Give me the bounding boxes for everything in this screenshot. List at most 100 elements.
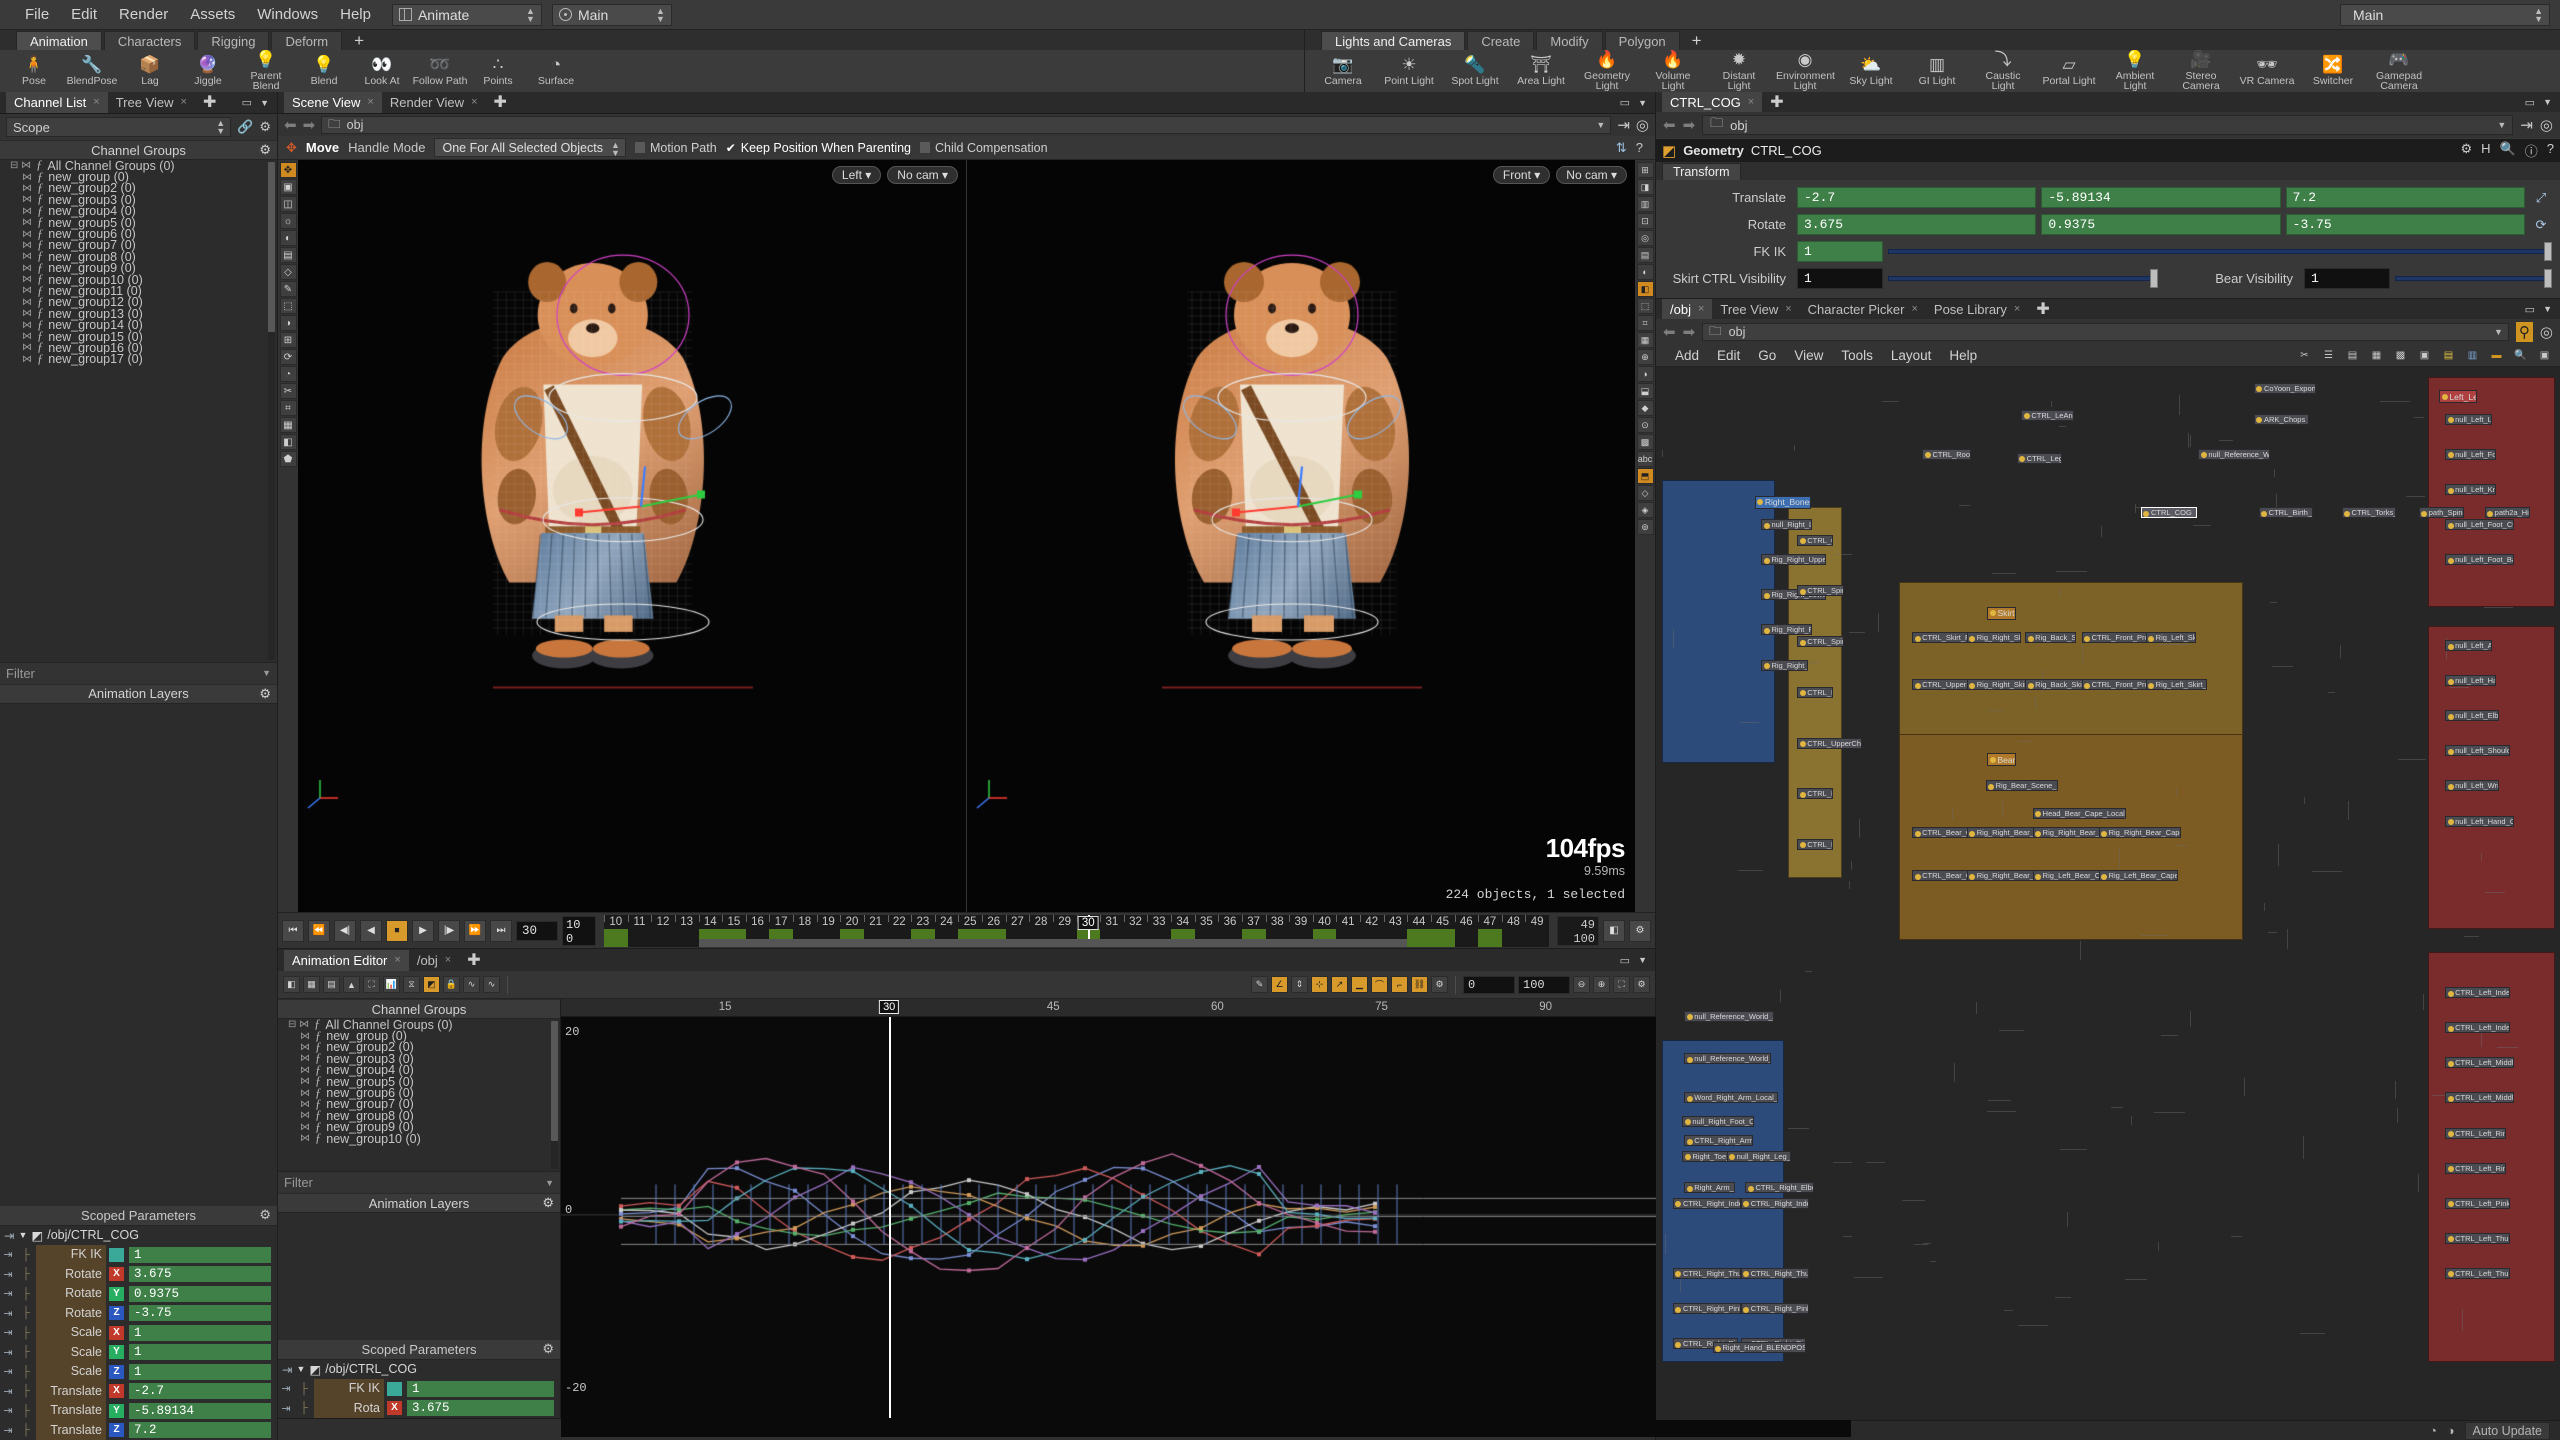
pin-icon[interactable]: ⇥ — [4, 1228, 14, 1243]
node-icon[interactable]: ⋈ — [22, 297, 32, 308]
viewport-display-tool-16[interactable]: ▩ — [1637, 434, 1654, 450]
menu-windows[interactable]: Windows — [246, 0, 329, 30]
node-flag-icon[interactable] — [1743, 1271, 1749, 1277]
node-flag-icon[interactable] — [1915, 683, 1921, 689]
network-node[interactable]: CTRL_Left_Pinky_01 — [2445, 1198, 2510, 1209]
viewport-right-camera-select[interactable]: No cam ▾ — [1556, 166, 1627, 184]
node-flag-icon[interactable] — [1915, 636, 1921, 642]
network-node[interactable]: null_Left_Foot — [2445, 449, 2495, 460]
network-menu-view[interactable]: View — [1785, 348, 1832, 363]
network-node[interactable]: CTRL_Left_Index_02 — [2445, 1022, 2510, 1033]
close-icon[interactable]: × — [1911, 299, 1917, 320]
rotate-handle-icon[interactable]: ⟳ — [2530, 217, 2552, 233]
stats-button[interactable]: 📊 — [383, 976, 400, 993]
node-icon[interactable]: ⋈ — [22, 251, 32, 262]
back-arrow-icon[interactable]: ⬅ — [1663, 323, 1676, 341]
node-icon[interactable]: ⋈ — [300, 1099, 310, 1110]
shelf-tool-surface[interactable]: ◔ Surface — [528, 51, 584, 91]
network-node[interactable]: CTRL_Chops — [1797, 535, 1833, 546]
close-icon[interactable]: × — [471, 92, 477, 113]
shelf-tab-animation[interactable]: Animation — [16, 31, 102, 50]
parameter-value[interactable]: 7.2 — [129, 1422, 271, 1438]
node-flag-icon[interactable] — [1685, 1119, 1691, 1125]
chevron-down-icon[interactable]: ▼ — [1638, 98, 1647, 108]
next-key-button[interactable]: ⏩ — [464, 920, 486, 942]
viewport-right-view-select[interactable]: Front ▾ — [1493, 166, 1550, 184]
highlight-button[interactable]: ◩ — [423, 976, 440, 993]
network-node[interactable]: CTRL_Spine_FK — [1797, 636, 1844, 647]
viewport-tool-13[interactable]: ✂ — [280, 383, 297, 399]
network-node[interactable]: Rig_Right_Bear_Arm_01 — [1967, 827, 2043, 838]
flatten-button[interactable]: ▁ — [1351, 976, 1368, 993]
right-pane-selector[interactable]: Main ▲ ▼ — [2340, 4, 2550, 26]
ae-settings-button[interactable]: ⚙ — [1431, 976, 1448, 993]
network-node-ctrl-root[interactable]: CTRL_Root — [1922, 449, 1971, 460]
shelf-tool-environment-light[interactable]: ◉ Environment Light — [1773, 51, 1837, 91]
shelf-tool-switcher[interactable]: 🔀 Switcher — [2301, 51, 2365, 91]
shelf-tool-point-light[interactable]: ☀ Point Light — [1377, 51, 1441, 91]
network-node[interactable]: Rig_Right_Bear_Arm_02 — [1967, 870, 2043, 881]
viewport-display-tool-8[interactable]: ⬚ — [1637, 298, 1654, 314]
node-flag-icon[interactable] — [2143, 511, 2149, 517]
play-reverse-button[interactable]: ◀ — [360, 920, 382, 942]
network-node-coyoon-export[interactable]: CoYoon_Export — [2254, 383, 2316, 394]
node-flag-icon[interactable] — [1757, 499, 1763, 505]
node-flag-icon[interactable] — [1675, 1271, 1681, 1277]
network-node-left-leg[interactable]: Left_Leg — [2439, 390, 2477, 403]
network-node[interactable]: null_Right_Leg — [1761, 519, 1811, 530]
graph-playhead[interactable] — [889, 1017, 891, 1418]
timeline-settings-button[interactable]: ⚙ — [1629, 920, 1651, 942]
fit-button[interactable]: ⛶ — [363, 976, 380, 993]
maximize-icon[interactable]: ▭ — [2525, 303, 2535, 316]
network-node[interactable]: Rig_Left_Bear_Cape_02b — [2099, 870, 2178, 881]
search-icon[interactable]: 🔍 — [2513, 348, 2528, 363]
node-flag-icon[interactable] — [2448, 1026, 2454, 1032]
link-icon[interactable]: 🔗 — [237, 119, 253, 135]
gear-icon[interactable]: ⚙ — [2461, 141, 2473, 160]
network-node[interactable]: Rig_Right_Bear_Cape_01b — [2099, 827, 2182, 838]
network-node[interactable]: Rig_Left_Bear_Cape_02 — [2033, 870, 2109, 881]
shelf-tool-geometry-light[interactable]: 🔥 Geometry Light — [1575, 51, 1639, 91]
expand-icon[interactable]: ⊟ ⋈ — [288, 1019, 309, 1030]
viewport-display-tool-11[interactable]: ⊕ — [1637, 349, 1654, 365]
network-menu-tools[interactable]: Tools — [1832, 348, 1882, 363]
child-compensation-checkbox[interactable]: Child Compensation — [920, 141, 1048, 155]
range-start-field[interactable]: 0 — [1463, 976, 1515, 994]
node-flag-icon[interactable] — [1764, 663, 1770, 669]
help-icon[interactable]: ? — [1636, 140, 1643, 156]
tab-channel-list[interactable]: Channel List × — [6, 92, 108, 113]
skirt-visibility-input[interactable]: 1 — [1797, 268, 1883, 289]
network-node[interactable]: CTRL_Left_Thumb_01 — [2445, 1233, 2510, 1244]
viewport-tool-16[interactable]: ◧ — [280, 434, 297, 450]
viewport-display-tool-14[interactable]: ◆ — [1637, 400, 1654, 416]
chevron-down-icon[interactable]: ▼ — [296, 1364, 305, 1374]
pin-icon[interactable]: ⇥ — [0, 1268, 16, 1281]
ease-button[interactable]: ⌒ — [1371, 976, 1388, 993]
image-icon[interactable]: ▥ — [2465, 348, 2480, 363]
network-node[interactable]: Head_Bear_Cape_Local_World — [2033, 808, 2127, 819]
node-flag-icon[interactable] — [2101, 874, 2107, 880]
network-node[interactable]: CTRL_Right_Thumb_01 — [1673, 1268, 1741, 1279]
network-node[interactable]: null_Left_Arm — [2445, 640, 2492, 651]
dopesheet-button[interactable]: ▤ — [323, 976, 340, 993]
viewport-display-tool-10[interactable]: ▦ — [1637, 332, 1654, 348]
add-tab-button[interactable]: ✚ — [195, 92, 224, 113]
network-node[interactable]: CTRL_Spine_IK — [1797, 585, 1844, 596]
chevron-down-icon[interactable]: ▼ — [262, 668, 271, 678]
pin-icon[interactable]: ⇥ — [2520, 116, 2533, 134]
close-icon[interactable]: × — [93, 92, 99, 113]
shelf-tool-camera[interactable]: 📷 Camera — [1311, 51, 1375, 91]
network-menu-edit[interactable]: Edit — [1708, 348, 1749, 363]
forward-arrow-icon[interactable]: ➡ — [1683, 323, 1696, 341]
shelf-tab-characters[interactable]: Characters — [104, 31, 196, 50]
network-node-path2a-hip[interactable]: path2a_Hip — [2485, 507, 2530, 518]
graph-mode-button[interactable]: ◧ — [283, 976, 300, 993]
shelf-tool-spot-light[interactable]: 🔦 Spot Light — [1443, 51, 1507, 91]
network-node[interactable]: Rig_Back_Skirt_02 — [2025, 679, 2086, 690]
viewport-display-tool-3[interactable]: ⊡ — [1637, 213, 1654, 229]
network-node-ctrl-leg[interactable]: CTRL_Leg — [2017, 453, 2062, 464]
pin-icon[interactable]: ⇥ — [278, 1402, 294, 1415]
network-node-right-bones[interactable]: Right_Bones — [1755, 496, 1812, 509]
scene-path-input[interactable]: 🗀 obj ▼ — [321, 116, 1611, 134]
close-icon[interactable]: × — [445, 950, 451, 971]
